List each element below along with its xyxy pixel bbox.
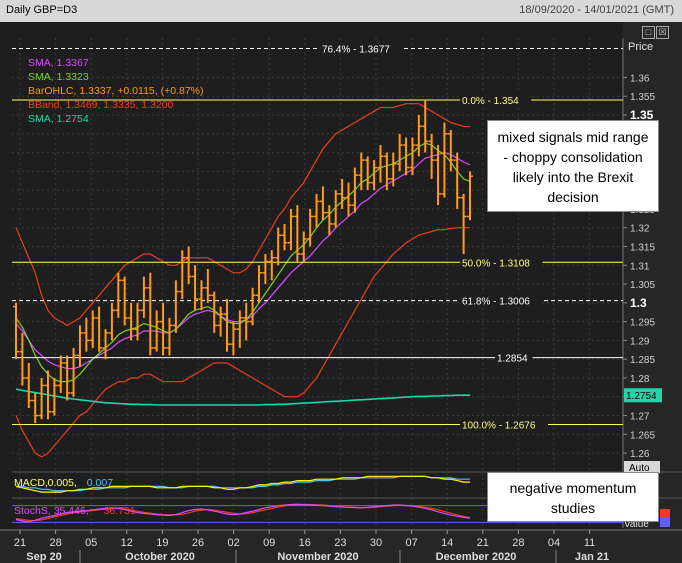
stoch-label-k: StochS, 35.446, [14,505,89,517]
y-axis-title: Price [628,41,653,53]
x-tick-label: 16 [299,537,311,549]
x-tick-label: 28 [512,537,524,549]
momentum-callout: negative momentum studies [487,472,659,522]
last-value-tag-label: 1.2754 [626,391,657,402]
y-tick-label: 1.27 [630,412,650,423]
y-tick-label: 1.305 [630,280,655,291]
x-month-label: November 2020 [277,551,358,563]
legend-entry: SMA, 1.3323 [28,71,89,83]
y-tick-label: 1.29 [630,336,650,347]
level-label: 1.2854 [497,354,528,365]
x-tick-label: 12 [121,537,133,549]
x-tick-label: 05 [85,537,97,549]
x-tick-label: 21 [477,537,489,549]
stoch-swatch-d [660,509,670,518]
x-tick-label: 07 [405,537,417,549]
stoch-label: StochS, 35.446, 36.731 [14,505,136,517]
x-month-label: Jan 21 [575,551,609,563]
level-label: 61.8% - 1.3006 [462,297,530,308]
chart-root: Daily GBP=D3 18/09/2020 - 14/01/2021 (GM… [0,0,682,563]
y-tick-label: 1.265 [630,430,655,441]
x-tick-label: 09 [263,537,275,549]
last-value-tag: 1.2754 [624,388,662,403]
x-tick-label: 28 [49,537,61,549]
macd-label-signal: 0.007 [87,477,113,489]
legend-entry: BarOHLC, 1.3337, +0.0115, (+0.87%) [28,85,204,97]
x-tick-label: 04 [548,537,560,549]
y-tick-label: 1.28 [630,374,650,385]
legend-entry: SMA, 1.2754 [28,113,89,125]
x-tick-label: 02 [227,537,239,549]
legend-entry: SMA, 1.3367 [28,57,89,69]
level-label: 0.0% - 1.354 [462,96,519,107]
macd-label: MACD, 0.005, 0.007 [14,477,113,489]
y-tick-label: 1.285 [630,355,655,366]
x-month-label: October 2020 [125,551,195,563]
x-tick-label: 14 [441,537,453,549]
y-tick-label: 1.355 [630,92,655,103]
y-tick-label: 1.26 [630,449,650,460]
y-tick-label: 1.32 [630,224,650,235]
x-tick-label: 23 [334,537,346,549]
x-tick-label: 11 [584,537,595,549]
stoch-swatch-k [660,518,670,527]
macd-label-value: 0.005, [48,477,77,489]
maximize-button[interactable]: □ [642,26,655,39]
level-label: 100.0% - 1.2676 [462,421,536,432]
x-tick-label: 30 [370,537,382,549]
stoch-label-d: 36.731 [104,505,136,517]
y-tick-label: 1.36 [630,73,650,84]
y-tick-label: 1.315 [630,242,655,253]
macd-label-name: MACD, [14,477,48,489]
x-month-label: December 2020 [436,551,517,563]
x-tick-label: 19 [156,537,168,549]
x-tick-label: 26 [192,537,204,549]
y-tick-label: 1.31 [630,261,650,272]
legend-entry: BBand, 1.3469, 1.3335, 1.3200 [28,99,174,111]
x-tick-label: 21 [14,537,26,549]
level-label: 76.4% - 1.3677 [322,45,390,56]
analysis-callout: mixed signals mid range - choppy consoli… [487,120,659,212]
y-tick-label: 1.295 [630,318,655,329]
level-label: 50.0% - 1.3108 [462,258,530,269]
x-month-label: Sep 20 [26,551,61,563]
close-button[interactable]: ☒ [656,26,669,39]
y-tick-label: 1.3 [630,296,647,310]
